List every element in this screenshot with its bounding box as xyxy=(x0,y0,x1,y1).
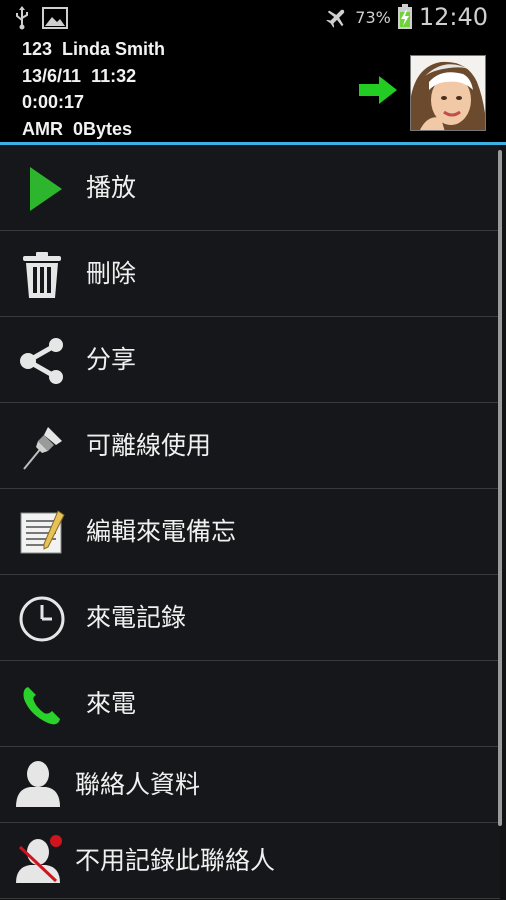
menu-item-play[interactable]: 播放 xyxy=(0,145,500,231)
play-icon xyxy=(30,167,62,211)
menu-item-label: 聯絡人資料 xyxy=(75,770,201,799)
caller-name: 123 Linda Smith xyxy=(22,39,166,59)
airplane-mode-icon xyxy=(326,9,345,28)
menu-item-call-log[interactable]: 來電記錄 xyxy=(0,575,500,661)
share-icon xyxy=(20,338,63,384)
menu-item-label: 刪除 xyxy=(86,259,137,288)
contact-photo[interactable] xyxy=(410,55,486,131)
status-bar: 73% 12:40 xyxy=(0,0,506,36)
notepad-icon xyxy=(20,510,65,554)
phone-icon xyxy=(23,687,60,725)
menu-item-offline[interactable]: 可離線使用 xyxy=(0,403,500,489)
menu-item-label: 分享 xyxy=(86,345,137,374)
menu-item-label: 來電 xyxy=(86,689,137,718)
trash-icon xyxy=(23,252,61,298)
menu-item-delete[interactable]: 刪除 xyxy=(0,231,500,317)
menu-item-do-not-record[interactable]: 不用記錄此聯絡人 xyxy=(0,823,500,899)
contact-icon xyxy=(16,761,60,807)
menu-item-share[interactable]: 分享 xyxy=(0,317,500,403)
image-icon xyxy=(42,7,68,29)
call-datetime: 13/6/11 11:32 xyxy=(22,66,137,86)
usb-icon xyxy=(16,6,28,30)
clock-icon xyxy=(19,596,65,642)
recording-format-size: AMR 0Bytes xyxy=(22,119,133,139)
pushpin-icon xyxy=(23,427,62,470)
menu-item-label: 編輯來電備忘 xyxy=(86,517,237,546)
menu-item-label: 播放 xyxy=(86,173,137,202)
battery-percent: 73% xyxy=(355,7,391,27)
menu-item-label: 可離線使用 xyxy=(86,431,212,460)
scrollbar[interactable] xyxy=(498,150,502,826)
incoming-arrow-icon xyxy=(359,76,397,104)
menu-item-contact-info[interactable]: 聯絡人資料 xyxy=(0,747,500,823)
menu-item-edit-memo[interactable]: 編輯來電備忘 xyxy=(0,489,500,575)
context-menu: 播放 刪除 分享 可離線使用 編輯來電備忘 來電記錄 來電 聯絡人資料 不用記錄… xyxy=(0,145,506,899)
menu-item-label: 不用記錄此聯絡人 xyxy=(75,846,276,875)
contact-block-icon xyxy=(16,835,62,883)
menu-item-call[interactable]: 來電 xyxy=(0,661,500,747)
clock-time: 12:40 xyxy=(418,3,488,31)
call-duration: 0:00:17 xyxy=(22,92,85,112)
battery-charging-icon xyxy=(397,4,412,29)
menu-item-label: 來電記錄 xyxy=(86,603,187,632)
